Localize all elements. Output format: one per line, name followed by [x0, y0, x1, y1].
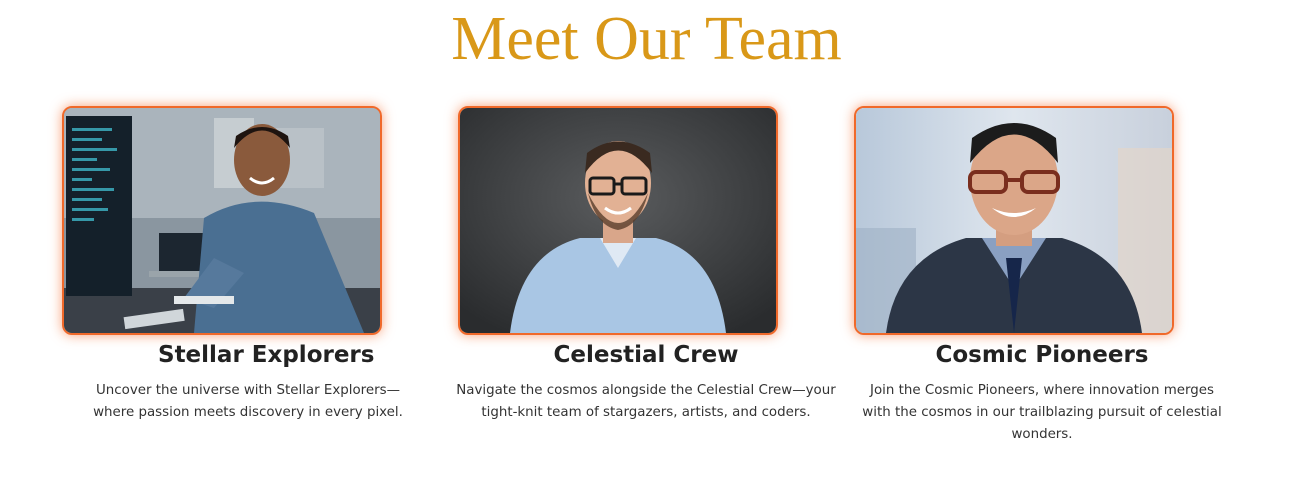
man-with-glasses-portrait-photo	[458, 106, 778, 335]
team-name: Stellar Explorers	[158, 342, 375, 368]
businessman-in-suit-portrait-photo	[854, 106, 1174, 335]
developer-at-computer-photo	[62, 106, 382, 335]
team-name: Cosmic Pioneers	[935, 342, 1149, 368]
team-description: Join the Cosmic Pioneers, where innovati…	[862, 383, 1222, 442]
team-description: Uncover the universe with Stellar Explor…	[93, 383, 403, 420]
team-name: Celestial Crew	[553, 342, 739, 368]
page-title: Meet Our Team	[451, 5, 842, 73]
team-description: Navigate the cosmos alongside the Celest…	[456, 383, 836, 420]
